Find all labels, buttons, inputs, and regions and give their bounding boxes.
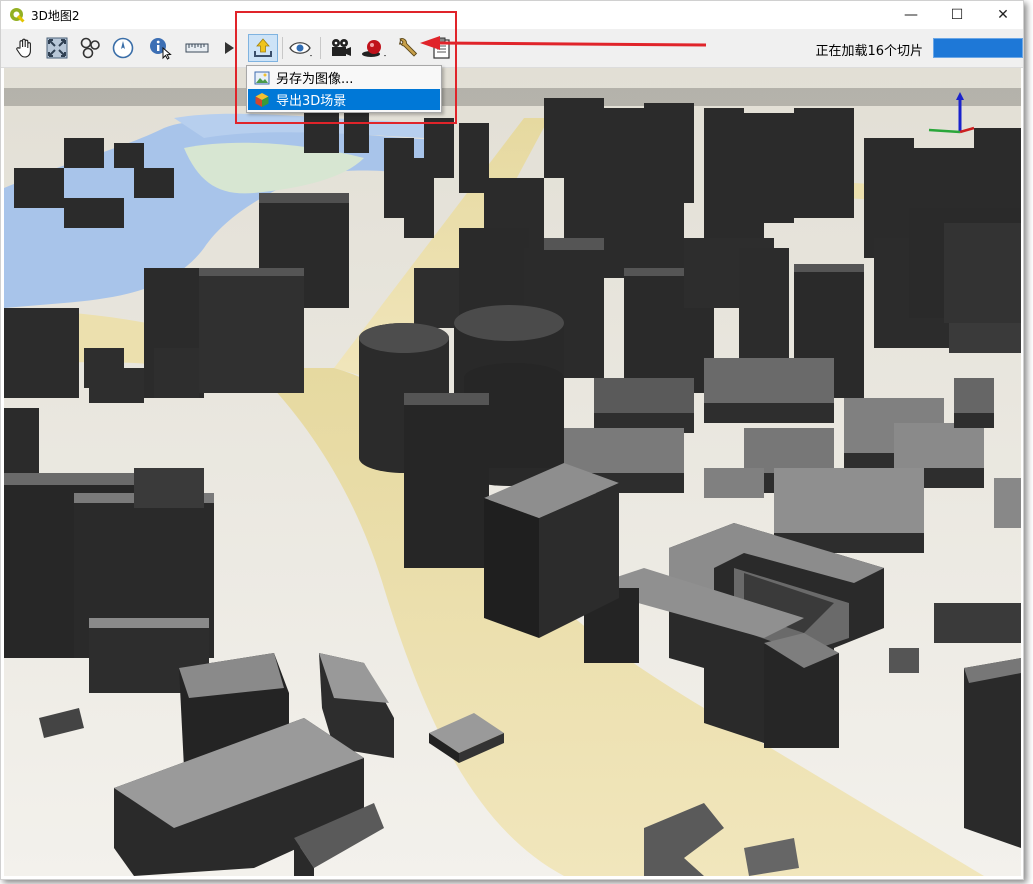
identify-objects-button[interactable] xyxy=(76,34,104,62)
maximize-button[interactable]: ☐ xyxy=(934,1,980,29)
identify-objects-icon xyxy=(80,37,100,59)
identify-button[interactable] xyxy=(147,34,175,62)
close-icon: ✕ xyxy=(997,7,1009,23)
annotation-arrow-icon xyxy=(420,36,707,50)
measure-button[interactable] xyxy=(183,34,211,62)
measure-icon xyxy=(185,43,209,53)
city-3d-render xyxy=(4,68,1021,876)
qgis-logo-icon xyxy=(10,8,25,23)
zoom-full-icon xyxy=(46,37,68,59)
map-3d-canvas[interactable] xyxy=(4,68,1021,876)
minimize-icon: — xyxy=(904,7,918,23)
maximize-icon: ☐ xyxy=(950,7,964,23)
window-3d-map: 3D地图2 — ☐ ✕ 正在加载16个切片 另存为图像... 导出3D场景 xyxy=(0,0,1024,880)
title-bar: 3D地图2 — ☐ ✕ xyxy=(1,1,1023,29)
zoom-full-button[interactable] xyxy=(43,34,71,62)
loading-status-text: 正在加载16个切片 xyxy=(815,44,923,59)
pan-icon xyxy=(16,38,31,58)
minimize-button[interactable]: — xyxy=(888,1,934,29)
highlight-box xyxy=(235,11,457,124)
compass-icon xyxy=(112,37,134,59)
pan-button[interactable] xyxy=(11,34,39,62)
loading-progress-bar xyxy=(933,38,1023,58)
close-button[interactable]: ✕ xyxy=(980,1,1023,29)
window-title: 3D地图2 xyxy=(31,9,80,23)
identify-info-icon xyxy=(150,38,172,60)
camera-north-button[interactable] xyxy=(109,34,137,62)
